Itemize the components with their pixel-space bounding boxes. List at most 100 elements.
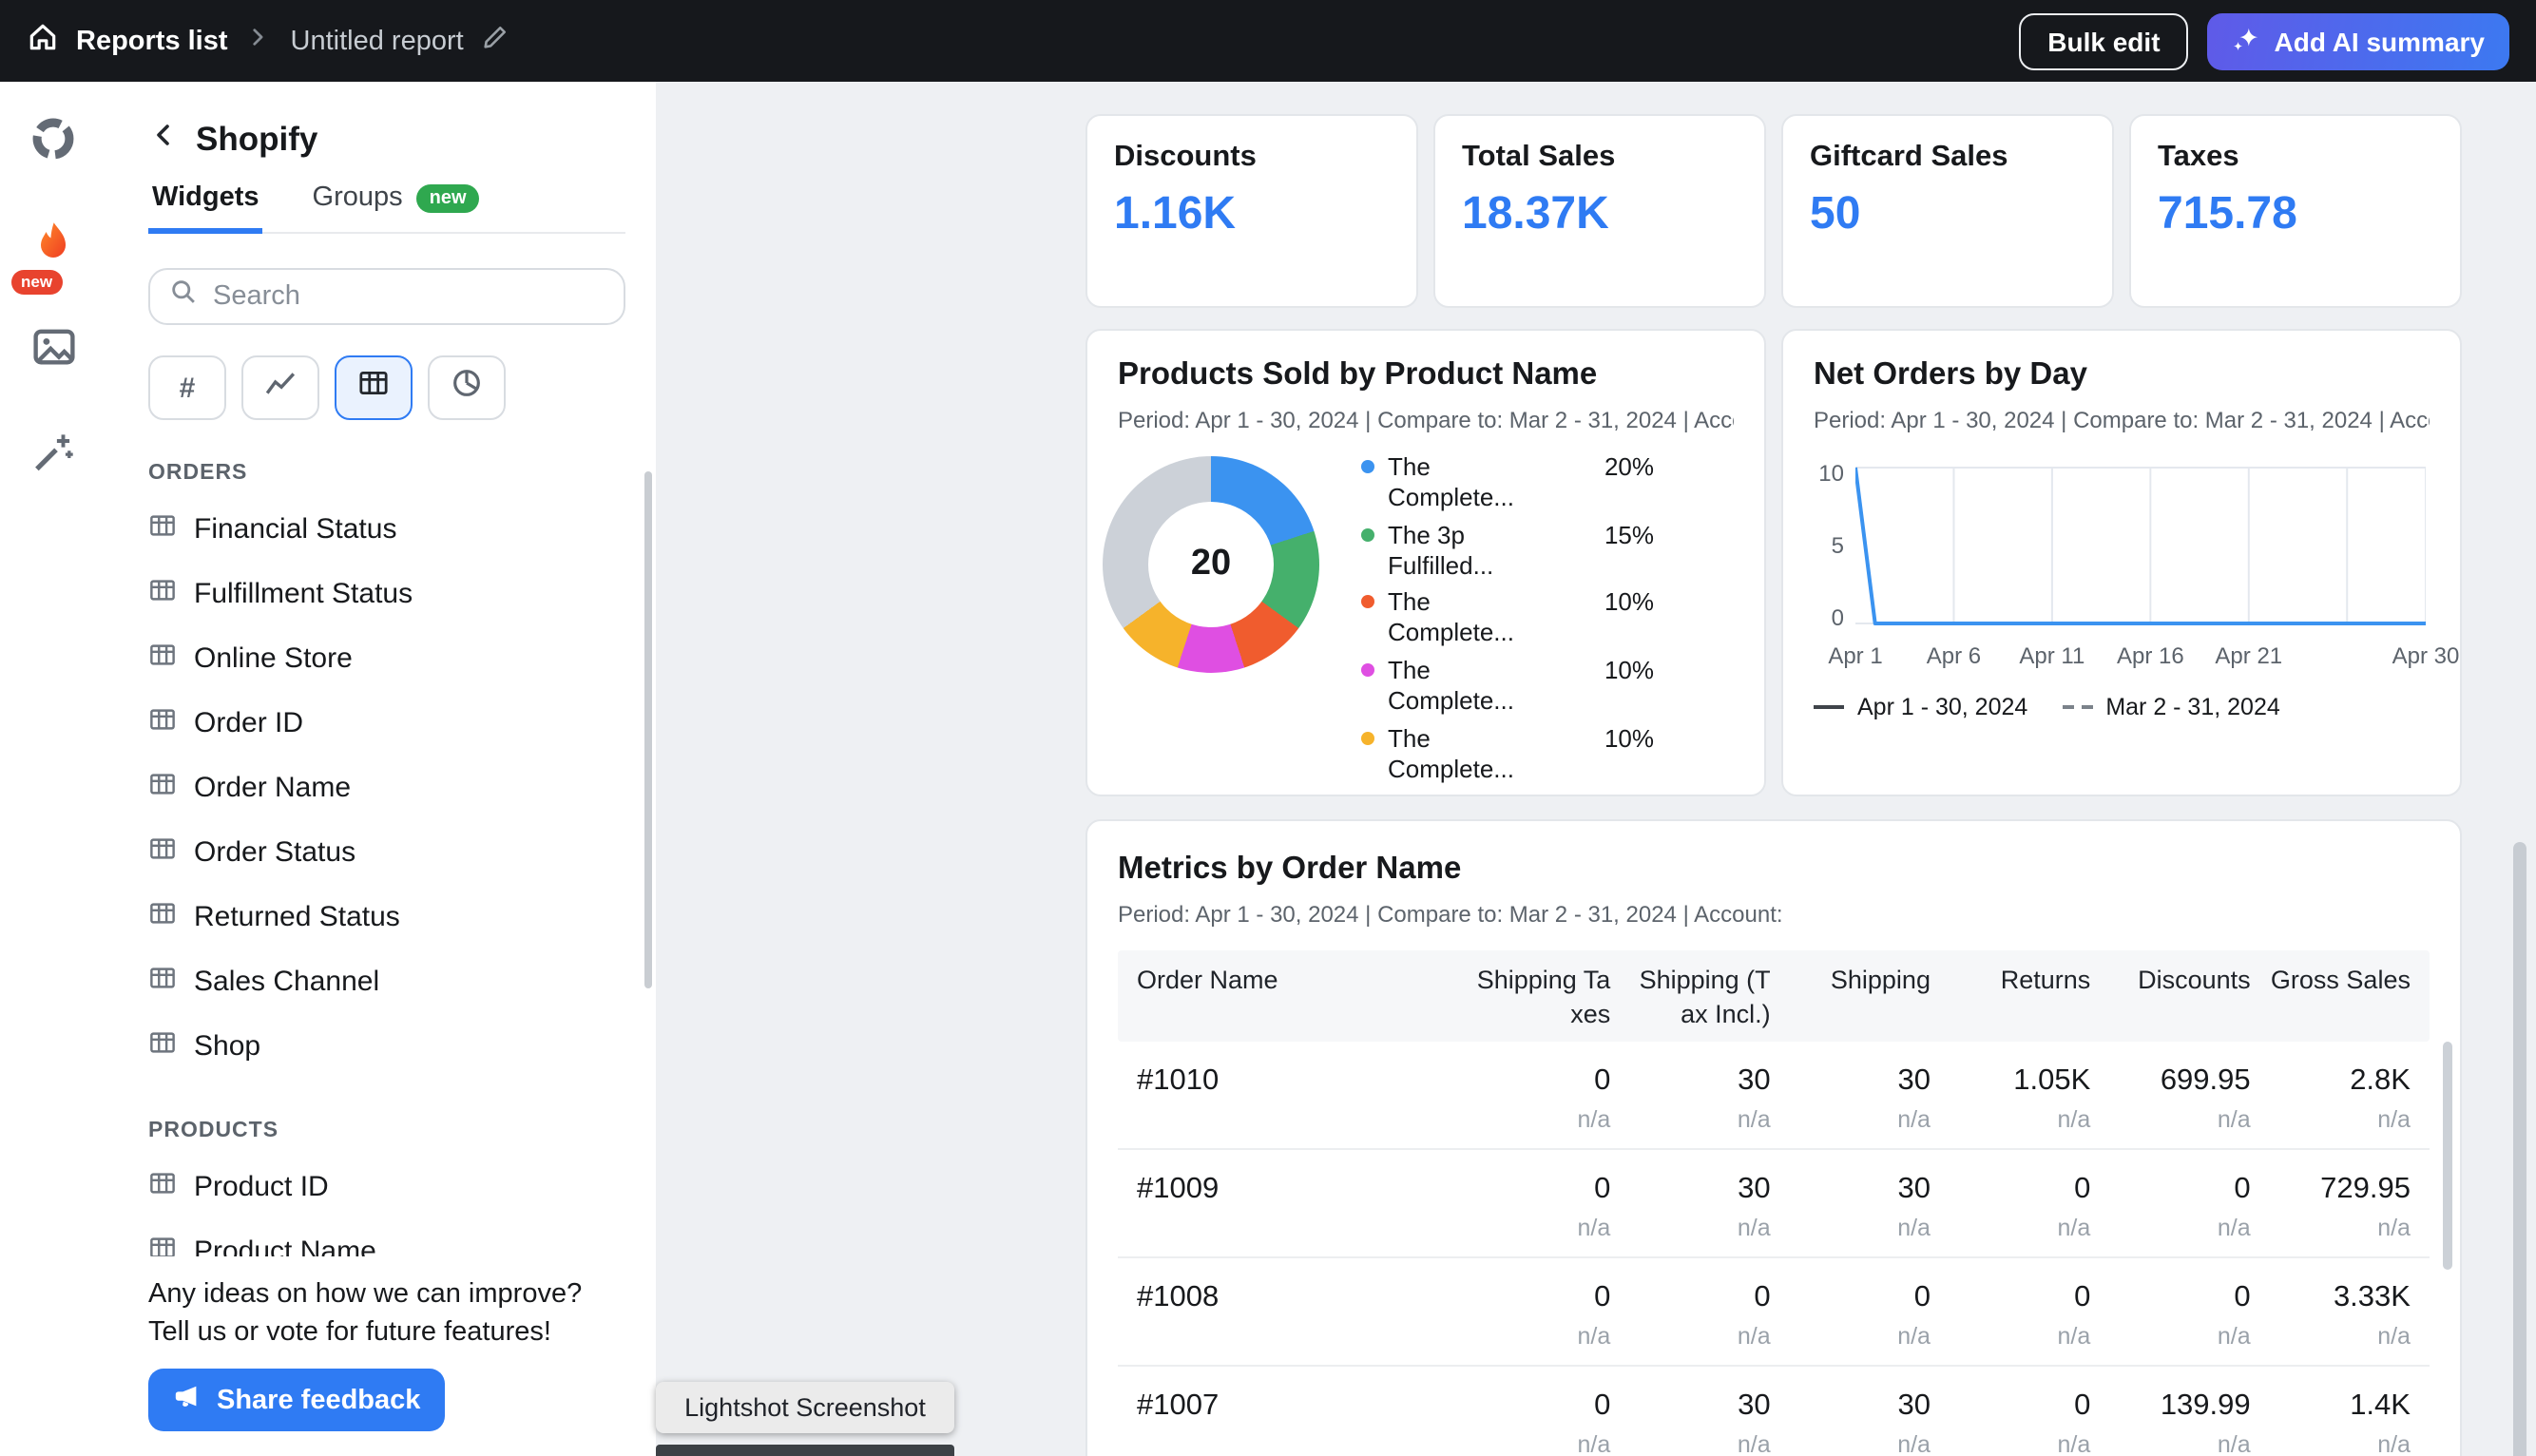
legend-percent: 10% <box>1604 588 1654 648</box>
breadcrumb-reports-list-label: Reports list <box>76 26 228 56</box>
search-icon <box>169 278 198 316</box>
widget-period: Period: Apr 1 - 30, 2024 | Compare to: M… <box>1814 407 2430 433</box>
legend-label: The Complete... <box>1388 656 1591 716</box>
kpi-title: Discounts <box>1114 141 1390 175</box>
table-column-header: Order Name <box>1137 964 1451 1030</box>
sidebar-scrollbar-thumb[interactable] <box>644 471 652 988</box>
add-ai-summary-button[interactable]: Add AI summary <box>2208 12 2509 69</box>
back-chevron-icon[interactable] <box>148 120 179 160</box>
lightshot-toolbar-edge <box>656 1445 954 1456</box>
table-grid-icon <box>148 575 177 611</box>
dashed-line-marker <box>2062 705 2092 709</box>
legend-label-line1: The <box>1388 724 1431 753</box>
legend-entry-current: Apr 1 - 30, 2024 <box>1814 694 2027 720</box>
rail-images-item[interactable] <box>27 325 80 378</box>
add-ai-summary-label: Add AI summary <box>2275 26 2485 56</box>
sidebar-widget-item[interactable]: Financial Status <box>148 496 625 561</box>
y-axis-labels: 10 5 0 <box>1814 460 1844 631</box>
table-scrollbar-thumb[interactable] <box>2443 1042 2452 1270</box>
kpi-card[interactable]: Discounts 1.16K <box>1085 114 1418 308</box>
sidebar-widget-item[interactable]: Sales Channel <box>148 948 625 1013</box>
search-input[interactable] <box>213 281 605 312</box>
widget-type-table-button[interactable] <box>335 355 413 420</box>
legend-label-line1: The 3p <box>1388 520 1465 548</box>
sidebar-widget-item-label: Order ID <box>194 706 303 738</box>
share-feedback-button[interactable]: Share feedback <box>148 1369 445 1431</box>
feedback-line1: Any ideas on how we can improve? <box>148 1277 625 1314</box>
sidebar-widget-item[interactable]: Online Store <box>148 625 625 690</box>
sidebar-widget-item-label: Shop <box>194 1029 260 1062</box>
widget-type-line-chart-button[interactable] <box>241 355 319 420</box>
table-cell: 0n/a <box>1470 1389 1610 1456</box>
tab-widgets[interactable]: Widgets <box>148 182 263 234</box>
rail-magic-item[interactable] <box>27 430 80 483</box>
image-icon <box>29 323 77 380</box>
kpi-row: Discounts 1.16K Total Sales 18.37K Giftc… <box>1085 114 2462 308</box>
sidebar-widget-item[interactable]: Fulfillment Status <box>148 561 625 625</box>
sidebar-widget-item[interactable]: Order ID <box>148 690 625 755</box>
table-cell: 0n/a <box>2109 1281 2250 1350</box>
table-row: #1010 0n/a 30n/a 30n/a 1.05Kn/a 699.95n/… <box>1118 1042 2430 1150</box>
table-column-header: Shipping <box>1790 964 1931 1030</box>
kpi-title: Total Sales <box>1462 141 1738 175</box>
sidebar-header: Shopify <box>148 82 625 182</box>
net-orders-widget[interactable]: Net Orders by Day Period: Apr 1 - 30, 20… <box>1781 329 2462 796</box>
widget-title: Net Orders by Day <box>1814 357 2430 393</box>
rail-new-widgets-item[interactable]: new <box>27 220 80 274</box>
report-title[interactable]: Untitled report <box>291 26 464 56</box>
table-cell: 1.05Kn/a <box>1950 1064 2090 1133</box>
table-cell: 30n/a <box>1629 1173 1770 1241</box>
sidebar-widget-item[interactable]: Returned Status <box>148 884 625 948</box>
legend-label: The Complete... <box>1388 724 1591 784</box>
kpi-card[interactable]: Total Sales 18.37K <box>1433 114 1766 308</box>
table-grid-icon <box>148 1027 177 1063</box>
donut-chart-icon <box>29 113 78 172</box>
sidebar-widget-item-label: Sales Channel <box>194 965 379 997</box>
orders-section-label: ORDERS <box>148 462 625 485</box>
kpi-title: Taxes <box>2158 141 2433 175</box>
products-sold-widget[interactable]: Products Sold by Product Name Period: Ap… <box>1085 329 1766 796</box>
rail-new-badge: new <box>11 270 62 295</box>
table-column-header: Shipping Taxes <box>1470 964 1610 1030</box>
x-tick-label: Apr 11 <box>2019 642 2085 669</box>
sidebar-widget-item[interactable]: Order Name <box>148 755 625 819</box>
sidebar-title: Shopify <box>196 120 317 160</box>
kpi-value: 18.37K <box>1462 188 1738 241</box>
page-scrollbar-thumb[interactable] <box>2513 842 2526 1456</box>
lightshot-tooltip: Lightshot Screenshot <box>656 1382 954 1433</box>
sidebar-widget-item[interactable]: Product ID <box>148 1154 625 1218</box>
sidebar-widget-item[interactable]: Order Status <box>148 819 625 884</box>
sidebar-widget-item[interactable]: Shop <box>148 1013 625 1078</box>
top-bar: Reports list Untitled report Bulk edit A… <box>0 0 2536 82</box>
x-tick-label: Apr 6 <box>1927 642 1981 669</box>
breadcrumb: Reports list Untitled report <box>27 21 509 61</box>
metrics-table-widget[interactable]: Metrics by Order Name Period: Apr 1 - 30… <box>1085 819 2462 1456</box>
sidebar-widget-item-label: Order Status <box>194 835 355 868</box>
topbar-actions: Bulk edit Add AI summary <box>2019 12 2509 69</box>
legend-label-line1: The <box>1388 588 1431 617</box>
tab-widgets-label: Widgets <box>152 182 259 213</box>
breadcrumb-reports-list[interactable]: Reports list <box>27 21 228 61</box>
widget-type-buttons: # <box>148 355 625 420</box>
table-cell: 699.95n/a <box>2109 1064 2250 1133</box>
legend-dot <box>1361 527 1374 541</box>
tab-groups[interactable]: Groups new <box>309 182 484 232</box>
legend-percent: 10% <box>1604 724 1654 784</box>
bulk-edit-button[interactable]: Bulk edit <box>2019 12 2188 69</box>
rail-widgets-item[interactable] <box>27 116 80 169</box>
flame-icon <box>29 218 78 277</box>
app-window: Reports list Untitled report Bulk edit A… <box>0 0 2536 1456</box>
widget-type-number-button[interactable]: # <box>148 355 226 420</box>
widget-type-pie-chart-button[interactable] <box>428 355 506 420</box>
table-cell: 0n/a <box>1470 1281 1610 1350</box>
search-box[interactable] <box>148 268 625 325</box>
widget-period: Period: Apr 1 - 30, 2024 | Compare to: M… <box>1118 407 1734 433</box>
widget-period: Period: Apr 1 - 30, 2024 | Compare to: M… <box>1118 901 2430 928</box>
edit-pencil-icon[interactable] <box>481 22 509 60</box>
x-tick-label: Apr 30 <box>2392 642 2460 669</box>
chevron-right-icon <box>245 24 270 58</box>
table-cell: 30n/a <box>1790 1064 1931 1133</box>
kpi-card[interactable]: Taxes 715.78 <box>2129 114 2462 308</box>
legend-item: The Complete... 20% <box>1361 452 1654 512</box>
kpi-card[interactable]: Giftcard Sales 50 <box>1781 114 2114 308</box>
